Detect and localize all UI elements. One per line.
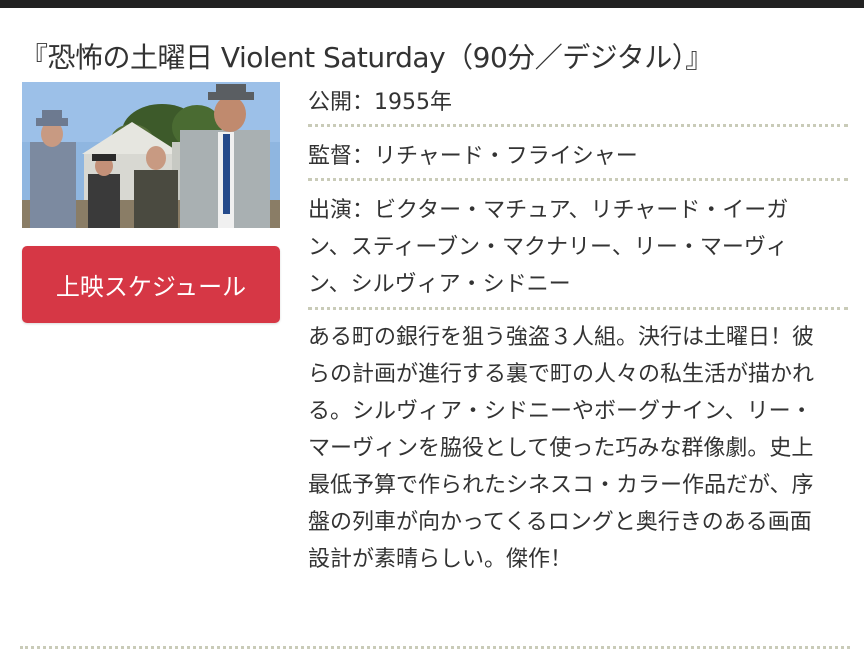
top-bar (0, 0, 864, 8)
movie-still-image (22, 82, 280, 228)
divider (308, 307, 848, 310)
cast: 出演：ビクター・マチュア、リチャード・イーガン、スティーブン・マクナリー、リー・… (308, 198, 789, 297)
divider (308, 178, 848, 181)
director: 監督：リチャード・フライシャー (308, 144, 638, 169)
movie-title: 『恐怖の土曜日 Violent Saturday（90分／デジタル）』 (20, 41, 713, 74)
schedule-button[interactable]: 上映スケジュール (22, 246, 280, 323)
movie-description: ある町の銀行を狙う強盗３人組。決行は土曜日！彼らの計画が進行する裏で町の人々の私… (308, 325, 815, 572)
divider (308, 124, 848, 127)
movie-info: 公開：1955年 監督：リチャード・フライシャー 出演：ビクター・マチュア、リチ… (308, 84, 848, 578)
release-year: 公開：1955年 (308, 90, 452, 115)
bottom-divider (20, 646, 850, 649)
